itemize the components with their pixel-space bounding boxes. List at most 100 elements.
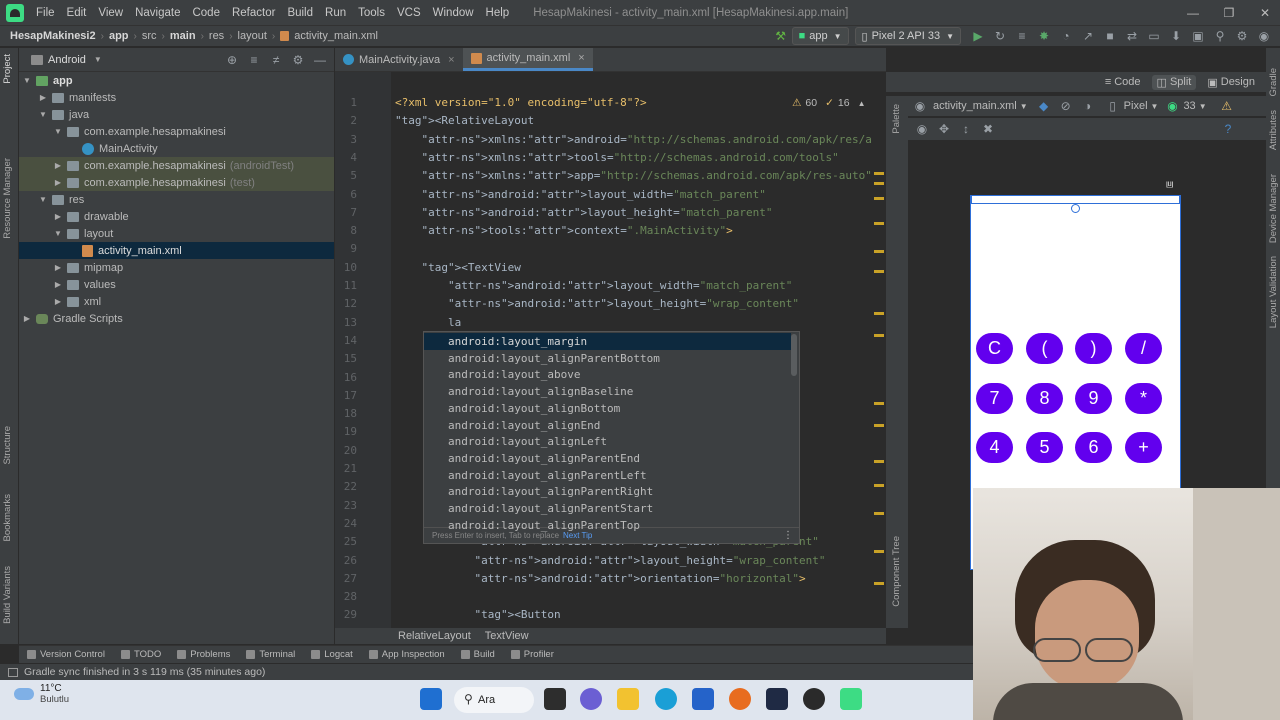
code-line[interactable]: "attr-ns">android:"attr">layout_height="… [395, 297, 799, 310]
align-icon[interactable]: ↕ [958, 121, 974, 137]
chevron-down-icon[interactable]: ▼ [21, 76, 33, 85]
attach-debugger-icon[interactable]: ↗ [1080, 28, 1096, 44]
breadcrumb-file[interactable]: activity_main.xml [292, 30, 380, 42]
code-line[interactable]: "tag"><TextView [395, 261, 521, 274]
component-tree-tab[interactable]: Component Tree [891, 536, 902, 607]
menu-view[interactable]: View [92, 7, 129, 19]
weather-widget[interactable]: 11°C Bulutlu [14, 683, 69, 705]
menu-build[interactable]: Build [281, 7, 319, 19]
chevron-down-icon[interactable]: ▼ [52, 127, 64, 136]
calc-button[interactable]: 9 [1075, 383, 1112, 414]
chevron-down-icon[interactable]: ▼ [1020, 102, 1028, 111]
gradle-tab[interactable]: Gradle [1268, 68, 1279, 97]
close-tab-icon[interactable]: × [578, 52, 584, 64]
pin-icon[interactable]: ⩏ [1166, 176, 1173, 192]
warning-marker[interactable] [874, 270, 884, 273]
warning-marker[interactable] [874, 484, 884, 487]
chevron-down-icon[interactable]: ▼ [37, 110, 49, 119]
warning-marker[interactable] [874, 182, 884, 185]
calc-button[interactable]: 8 [1026, 383, 1063, 414]
edge-icon[interactable] [655, 688, 677, 710]
chat-icon[interactable] [580, 688, 602, 710]
tree-item-xml[interactable]: ▶ xml [19, 293, 334, 310]
chevron-down-icon[interactable]: ▼ [52, 229, 64, 238]
status-window-icon[interactable] [8, 667, 18, 677]
stop-icon[interactable]: ■ [1102, 28, 1118, 44]
breadcrumb-res[interactable]: res [207, 30, 226, 42]
warning-marker[interactable] [874, 512, 884, 515]
tree-item-drawable[interactable]: ▶ drawable [19, 208, 334, 225]
tree-item-app[interactable]: ▼ app [19, 72, 334, 89]
warning-marker[interactable] [874, 172, 884, 175]
menu-navigate[interactable]: Navigate [129, 7, 186, 19]
code-line[interactable]: "attr-ns">android:"attr">layout_width="m… [395, 279, 792, 292]
run-icon[interactable]: ▶ [970, 28, 986, 44]
android-studio-taskbar-icon[interactable] [840, 688, 862, 710]
layout-inspector-icon[interactable]: ▣ [1190, 28, 1206, 44]
orientation-icon[interactable]: ◑ [1080, 98, 1096, 114]
eye-icon[interactable]: ◉ [912, 98, 928, 114]
menu-edit[interactable]: Edit [61, 7, 93, 19]
locate-icon[interactable]: ⊕ [224, 52, 240, 68]
help-icon[interactable]: ? [1220, 121, 1236, 137]
warning-marker[interactable] [874, 550, 884, 553]
panel-gear-icon[interactable]: ⚙ [290, 52, 306, 68]
completion-item[interactable]: android:layout_alignParentStart [424, 500, 791, 517]
search-icon[interactable]: ⚲ [1212, 28, 1228, 44]
menu-run[interactable]: Run [319, 7, 352, 19]
project-tab[interactable]: Project [2, 54, 13, 84]
close-tab-icon[interactable]: × [448, 54, 454, 66]
tree-item-layout[interactable]: ▼ layout [19, 225, 334, 242]
code-line[interactable]: "tag"><RelativeLayout [395, 114, 534, 127]
warning-marker[interactable] [874, 250, 884, 253]
android-head-icon[interactable]: ◉ [1256, 28, 1272, 44]
device-manager-icon[interactable]: ▭ [1146, 28, 1162, 44]
device-manager-tab[interactable]: Device Manager [1268, 174, 1279, 243]
status-message[interactable]: Gradle sync finished in 3 s 119 ms (35 m… [24, 666, 265, 678]
close-icon[interactable]: ✕ [1258, 6, 1272, 20]
resize-handle[interactable] [1071, 204, 1080, 213]
completion-item[interactable]: android:layout_margin [424, 333, 791, 350]
completion-item[interactable]: android:layout_alignParentTop [424, 517, 791, 534]
completion-item[interactable]: android:layout_alignBaseline [424, 383, 791, 400]
chevron-right-icon[interactable]: ▶ [37, 93, 49, 102]
tree-item-res[interactable]: ▼ res [19, 191, 334, 208]
prime-video-icon[interactable] [766, 688, 788, 710]
mode-code[interactable]: ≡ Code [1100, 75, 1146, 89]
menu-help[interactable]: Help [480, 7, 516, 19]
warning-marker[interactable] [874, 402, 884, 405]
code-completion-popup[interactable]: Press Enter to insert, Tab to replace Ne… [423, 331, 800, 544]
chevron-down-icon[interactable]: ▼ [94, 55, 102, 64]
warning-marker[interactable] [874, 197, 884, 200]
windows-start-icon[interactable] [420, 688, 442, 710]
warning-icon[interactable]: ⚠ [1219, 98, 1235, 114]
task-view-icon[interactable] [544, 688, 566, 710]
warning-marker[interactable] [874, 582, 884, 585]
problems-tab[interactable]: Problems [177, 649, 230, 660]
code-line[interactable]: "attr-ns">xmlns:"attr">android="http://s… [395, 133, 887, 146]
selected-textview-outline[interactable] [971, 196, 1180, 204]
error-stripe[interactable] [872, 72, 886, 628]
code-line[interactable]: "attr-ns">android:"attr">layout_height="… [395, 206, 773, 219]
completion-item[interactable]: android:layout_alignLeft [424, 433, 791, 450]
menu-tools[interactable]: Tools [352, 7, 391, 19]
chevron-right-icon[interactable]: ▶ [52, 178, 64, 187]
completion-item[interactable]: android:layout_alignParentLeft [424, 467, 791, 484]
chevron-down-icon[interactable]: ▼ [1151, 102, 1159, 111]
profiler-tab[interactable]: Profiler [510, 649, 554, 660]
design-device-select[interactable]: Pixel [1124, 100, 1148, 112]
popup-scrollbar[interactable] [791, 334, 797, 376]
chevron-right-icon[interactable]: ▶ [52, 280, 64, 289]
breadcrumb-layout[interactable]: layout [236, 30, 269, 42]
collapse-all-icon[interactable]: ≡ [246, 52, 262, 68]
menu-window[interactable]: Window [427, 7, 480, 19]
calc-button[interactable]: * [1125, 383, 1162, 414]
chevron-right-icon[interactable]: ▶ [21, 314, 33, 323]
tree-item-mainactivity[interactable]: MainActivity [19, 140, 334, 157]
firefox-icon[interactable] [729, 688, 751, 710]
chevron-right-icon[interactable]: ▶ [52, 297, 64, 306]
inspection-widget[interactable]: ⚠60 ✓16 ▲ ▼ [792, 97, 881, 109]
code-line[interactable]: "attr-ns">tools:"attr">context=".MainAct… [395, 224, 733, 237]
calc-button[interactable]: + [1125, 432, 1162, 463]
chevron-right-icon[interactable]: ▶ [52, 212, 64, 221]
